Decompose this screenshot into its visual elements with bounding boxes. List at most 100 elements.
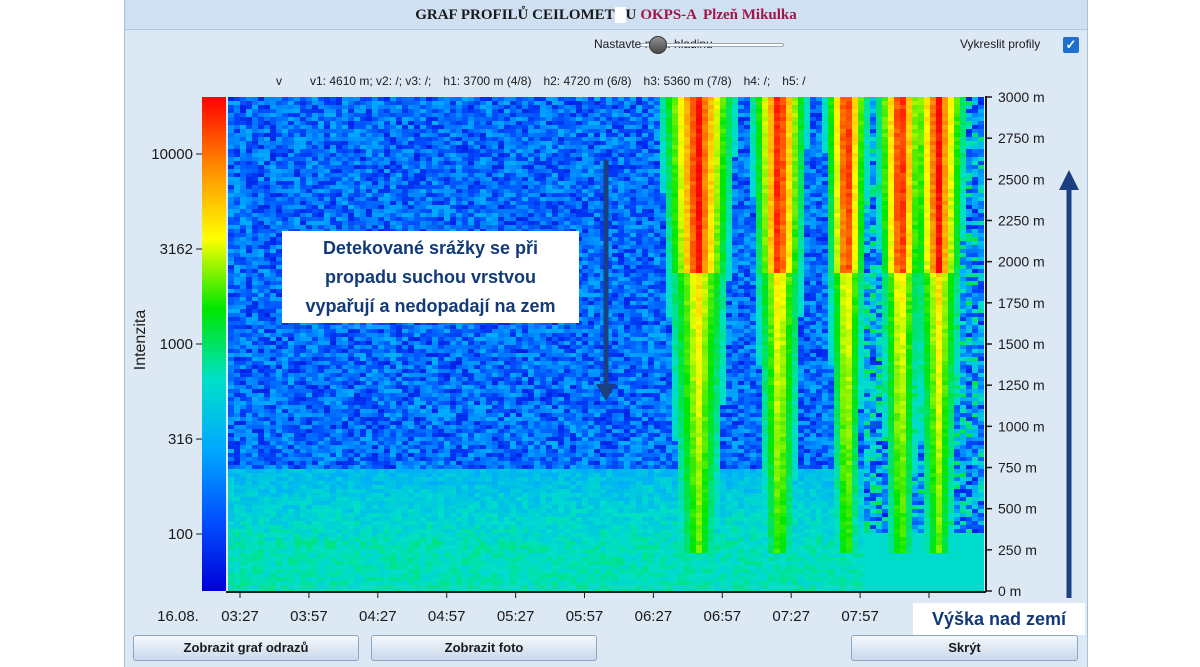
heatmap-cell xyxy=(288,181,294,185)
heatmap-cell xyxy=(294,173,300,177)
heatmap-cell xyxy=(402,357,408,361)
heatmap-cell xyxy=(456,349,462,353)
heatmap-cell xyxy=(366,173,372,177)
heatmap-cell xyxy=(306,173,312,177)
heatmap-cell xyxy=(378,349,384,353)
heatmap-cell xyxy=(276,561,282,565)
heatmap-cell xyxy=(408,341,414,345)
heatmap-cell xyxy=(264,109,270,113)
heatmap-cell xyxy=(342,341,348,345)
heatmap-cell xyxy=(444,417,450,421)
heatmap-cell xyxy=(354,97,360,101)
heatmap-cell xyxy=(414,457,420,461)
heatmap-cell xyxy=(264,449,270,453)
heatmap-cell xyxy=(330,409,336,413)
heatmap-cell xyxy=(444,553,450,557)
heatmap-cell xyxy=(252,177,258,181)
heatmap-cell xyxy=(402,521,408,525)
heatmap-cell xyxy=(432,421,438,425)
heatmap-cell xyxy=(306,129,312,133)
heatmap-cell xyxy=(450,101,456,105)
heatmap-cell xyxy=(384,369,390,373)
heatmap-cell xyxy=(228,261,234,265)
heatmap-cell xyxy=(390,197,396,201)
heatmap-cell xyxy=(444,489,450,493)
heatmap-cell xyxy=(276,529,282,533)
heatmap-cell xyxy=(228,413,234,417)
heatmap-cell xyxy=(366,329,372,333)
heatmap-cell xyxy=(246,269,252,273)
heatmap-cell xyxy=(384,193,390,197)
heatmap-cell xyxy=(306,145,312,149)
heatmap-cell xyxy=(432,417,438,421)
heatmap-cell xyxy=(348,225,354,229)
heatmap-cell xyxy=(396,413,402,417)
heatmap-cell xyxy=(258,461,264,465)
heatmap-cell xyxy=(414,381,420,385)
heatmap-cell xyxy=(336,489,342,493)
heatmap-cell xyxy=(264,445,270,449)
heatmap-cell xyxy=(306,497,312,501)
heatmap-cell xyxy=(324,121,330,125)
heatmap-cell xyxy=(432,105,438,109)
heatmap-cell xyxy=(438,533,444,537)
heatmap-cell xyxy=(432,325,438,329)
heatmap-cell xyxy=(360,409,366,413)
heatmap-cell xyxy=(420,325,426,329)
heatmap-cell xyxy=(342,445,348,449)
heatmap-cell xyxy=(438,441,444,445)
heatmap-cell xyxy=(348,381,354,385)
heatmap-cell xyxy=(246,357,252,361)
heatmap-cell xyxy=(276,101,282,105)
heatmap-cell xyxy=(336,577,342,581)
heatmap-cell xyxy=(318,361,324,365)
heatmap-cell xyxy=(384,145,390,149)
heatmap-cell xyxy=(450,145,456,149)
heatmap-cell xyxy=(324,481,330,485)
heatmap-cell xyxy=(462,225,468,229)
heatmap-cell xyxy=(318,549,324,553)
heatmap-cell xyxy=(342,545,348,549)
heatmap-cell xyxy=(444,201,450,205)
heatmap-cell xyxy=(234,129,240,133)
heatmap-cell xyxy=(336,485,342,489)
heatmap-cell xyxy=(318,129,324,133)
heatmap-cell xyxy=(330,149,336,153)
heatmap-cell xyxy=(462,137,468,141)
heatmap-cell xyxy=(288,377,294,381)
heatmap-cell xyxy=(312,101,318,105)
heatmap-cell xyxy=(258,209,264,213)
heatmap-cell xyxy=(432,469,438,473)
heatmap-cell xyxy=(402,217,408,221)
heatmap-cell xyxy=(450,433,456,437)
heatmap-cell xyxy=(306,369,312,373)
heatmap-cell xyxy=(342,165,348,169)
heatmap-cell xyxy=(252,485,258,489)
heatmap-cell xyxy=(402,517,408,521)
heatmap-cell xyxy=(288,329,294,333)
heatmap-cell xyxy=(270,401,276,405)
heatmap-cell xyxy=(366,185,372,189)
heatmap-cell xyxy=(420,157,426,161)
heatmap-cell xyxy=(438,193,444,197)
heatmap-cell xyxy=(294,417,300,421)
heatmap-cell xyxy=(330,125,336,129)
heatmap-cell xyxy=(288,105,294,109)
heatmap-cell xyxy=(282,405,288,409)
heatmap-cell xyxy=(408,349,414,353)
heatmap-cell xyxy=(342,573,348,577)
heatmap-cell xyxy=(420,581,426,585)
heatmap-cell xyxy=(366,509,372,513)
heatmap-cell xyxy=(234,529,240,533)
heatmap-cell xyxy=(318,333,324,337)
heatmap-cell xyxy=(258,285,264,289)
heatmap-cell xyxy=(384,497,390,501)
heatmap-cell xyxy=(390,445,396,449)
heatmap-cell xyxy=(324,469,330,473)
heatmap-cell xyxy=(240,365,246,369)
heatmap-cell xyxy=(300,205,306,209)
heatmap-cell xyxy=(294,525,300,529)
heatmap-cell xyxy=(312,405,318,409)
heatmap-cell xyxy=(324,429,330,433)
heatmap-cell xyxy=(354,393,360,397)
